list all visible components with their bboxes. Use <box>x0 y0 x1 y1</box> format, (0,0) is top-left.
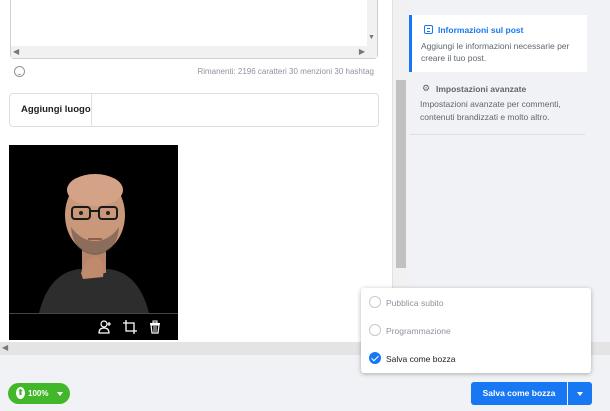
sidebar-section-title: Informazioni sul post <box>438 25 524 35</box>
chevron-down-icon <box>57 392 63 396</box>
zoom-button[interactable]: ⬆ 100% <box>8 383 70 404</box>
photo-toolbar <box>9 313 178 340</box>
radio-button[interactable] <box>369 296 381 308</box>
publish-options-menu: Pubblica subito Programmazione Salva com… <box>361 288 591 373</box>
scroll-left-arrow-icon[interactable]: ◀ <box>13 47 19 56</box>
sidebar-section-post-info[interactable]: Informazioni sul post Aggiungi le inform… <box>409 15 587 72</box>
menu-option-schedule[interactable]: Programmazione <box>361 317 591 345</box>
sidebar-section-description: Aggiungi le informazioni necessarie per … <box>421 41 570 63</box>
save-draft-button[interactable]: Salva come bozza <box>471 382 567 405</box>
gear-icon: ⚙ <box>422 83 431 93</box>
document-icon <box>424 25 433 34</box>
crop-icon[interactable] <box>123 320 137 334</box>
trash-icon[interactable] <box>148 320 162 334</box>
menu-option-label: Salva come bozza <box>386 354 456 364</box>
menu-option-label: Programmazione <box>386 326 451 336</box>
scroll-right-arrow-icon[interactable]: ▶ <box>359 47 365 56</box>
sidebar-section-title: Impostazioni avanzate <box>436 84 527 94</box>
menu-option-publish-now[interactable]: Pubblica subito <box>361 289 591 317</box>
composer-meta-row: Rimanenti: 2196 caratteri 30 menzioni 30… <box>10 66 376 80</box>
scroll-thumb[interactable] <box>396 80 406 268</box>
tag-person-icon[interactable] <box>98 320 112 334</box>
scroll-down-arrow-icon[interactable]: ▼ <box>368 34 375 41</box>
add-place-label: Aggiungi luogo <box>21 104 91 115</box>
post-photo <box>9 145 178 340</box>
zoom-value: 100% <box>28 389 49 398</box>
character-counter: Rimanenti: 2196 caratteri 30 menzioni 30… <box>197 67 374 76</box>
portrait-image <box>9 145 178 313</box>
radio-button-checked[interactable] <box>369 352 381 364</box>
sidebar-section-description: Impostazioni avanzate per commenti, cont… <box>420 99 561 122</box>
upload-arrow-icon: ⬆ <box>16 387 25 399</box>
composer-pane: ▼ ◀ ▶ Rimanenti: 2196 caratteri 30 menzi… <box>0 0 392 352</box>
save-options-dropdown-button[interactable] <box>568 382 592 405</box>
radio-button[interactable] <box>369 324 381 336</box>
smile-icon[interactable] <box>14 66 25 77</box>
menu-option-label: Pubblica subito <box>386 298 444 308</box>
place-input[interactable] <box>92 94 378 128</box>
scroll-left-arrow-icon[interactable]: ◀ <box>2 343 8 352</box>
post-text-area[interactable]: ▼ ◀ ▶ <box>10 0 378 59</box>
sidebar-section-advanced-settings[interactable]: ⚙ Impostazioni avanzate Impostazioni ava… <box>410 74 585 135</box>
textarea-horizontal-scrollbar[interactable]: ◀ ▶ <box>11 46 367 58</box>
add-place-field[interactable]: Aggiungi luogo <box>9 93 379 128</box>
menu-option-save-draft[interactable]: Salva come bozza <box>361 345 591 373</box>
textarea-vertical-scrollbar[interactable]: ▼ <box>367 0 377 58</box>
